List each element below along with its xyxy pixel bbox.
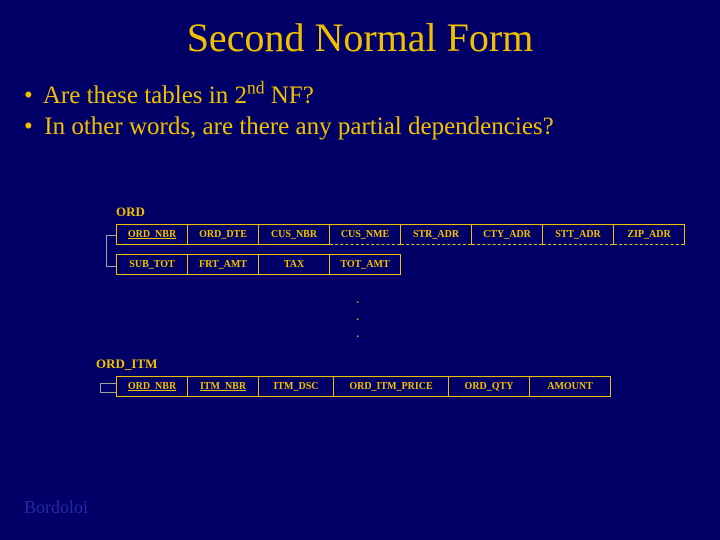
bullet-1-text-post: NF?: [264, 82, 313, 109]
slide: Second Normal Form • Are these tables in…: [0, 0, 720, 540]
bullet-2: • In other words, are there any partial …: [24, 111, 554, 142]
bullet-dot-icon: •: [24, 80, 38, 111]
bullet-1-text-pre: Are these tables in 2: [43, 82, 247, 109]
dot: .: [356, 309, 360, 326]
bullet-1: • Are these tables in 2nd NF?: [24, 80, 554, 111]
ord-cell: ORD_DTE: [188, 225, 259, 245]
orditm-cell: ORD_QTY: [449, 377, 530, 397]
bullet-1-sup: nd: [247, 78, 265, 98]
orditm-cell: ITM_DSC: [259, 377, 334, 397]
ord-cell: CUS_NME: [330, 225, 401, 245]
orditm-cell: ORD_NBR: [117, 377, 188, 397]
ord-cell: CTY_ADR: [472, 225, 543, 245]
ord-cell: STT_ADR: [543, 225, 614, 245]
orditm-cell: AMOUNT: [530, 377, 611, 397]
ord-table-row2: SUB_TOT FRT_AMT TAX TOT_AMT: [116, 254, 401, 275]
ord-table-row1: ORD_NBR ORD_DTE CUS_NBR CUS_NME STR_ADR …: [116, 224, 685, 245]
ord-cell: CUS_NBR: [259, 225, 330, 245]
ellipsis-icon: . . .: [356, 292, 360, 342]
orditm-table: ORD_NBR ITM_NBR ITM_DSC ORD_ITM_PRICE OR…: [116, 376, 611, 397]
ord-cell: SUB_TOT: [117, 255, 188, 275]
ord-cell: FRT_AMT: [188, 255, 259, 275]
ord-cell: TOT_AMT: [330, 255, 401, 275]
table-label-orditm: ORD_ITM: [96, 356, 157, 372]
dot: .: [356, 292, 360, 309]
ord-cell: TAX: [259, 255, 330, 275]
orditm-cell: ORD_ITM_PRICE: [334, 377, 449, 397]
bullet-list: • Are these tables in 2nd NF? • In other…: [24, 80, 554, 143]
bullet-2-text: In other words, are there any partial de…: [44, 113, 554, 140]
orditm-cell: ITM_NBR: [188, 377, 259, 397]
ord-cell: ZIP_ADR: [614, 225, 685, 245]
slide-title: Second Normal Form: [0, 14, 720, 61]
ord-cell: ORD_NBR: [117, 225, 188, 245]
ord-cell: STR_ADR: [401, 225, 472, 245]
footer-author: Bordoloi: [24, 497, 88, 518]
bullet-dot-icon: •: [24, 111, 38, 142]
connector-bracket-icon: [100, 383, 117, 393]
dot: .: [356, 326, 360, 343]
table-label-ord: ORD: [116, 204, 145, 220]
